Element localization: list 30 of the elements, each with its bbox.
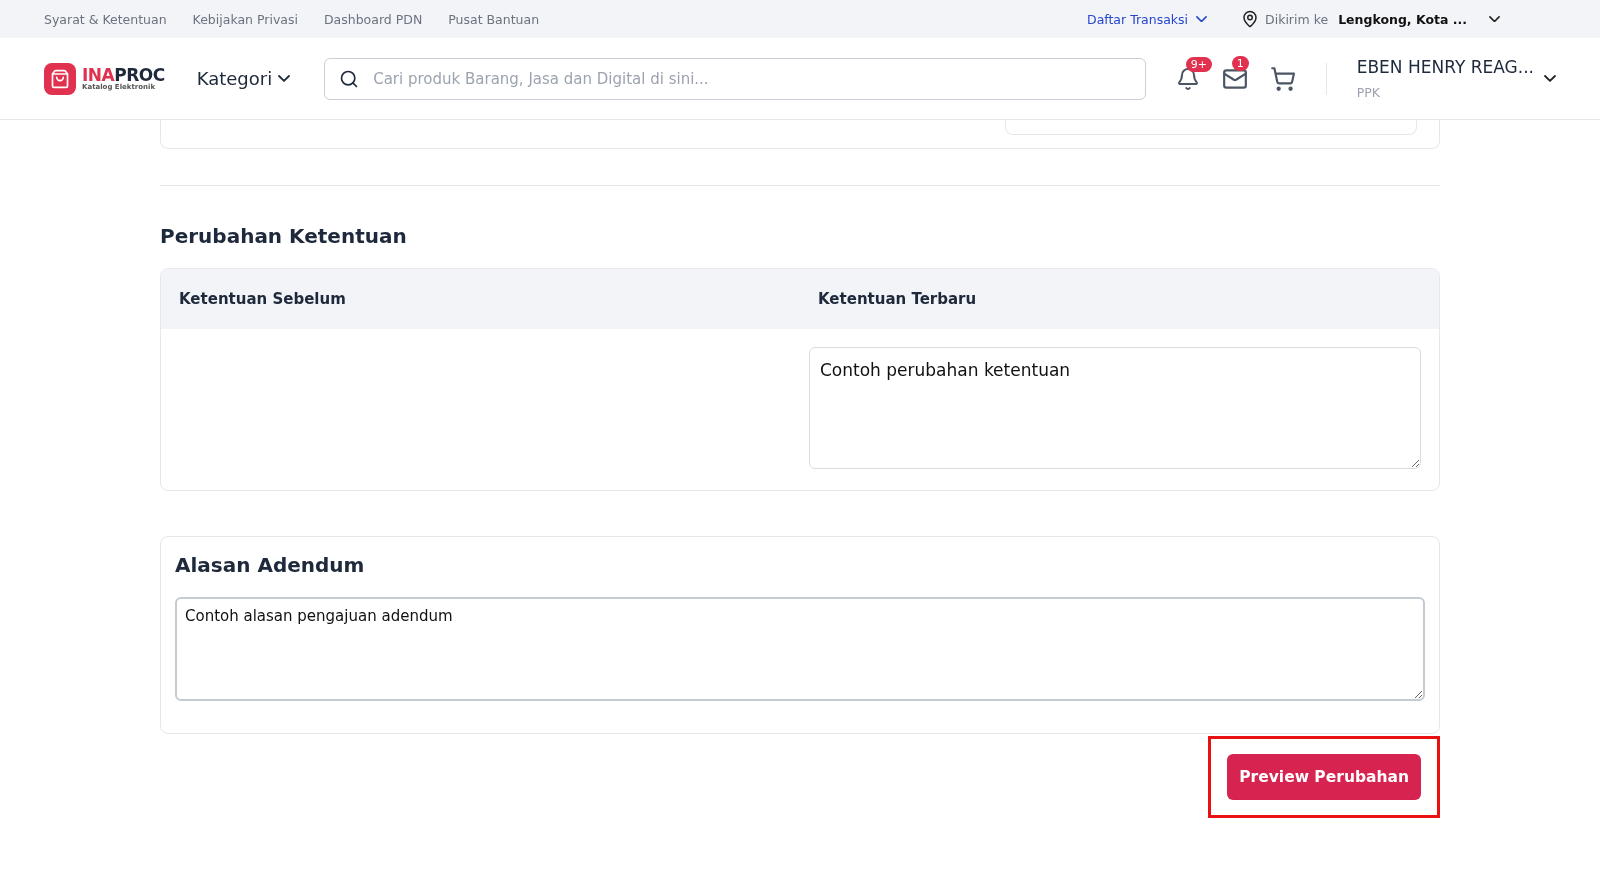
chevron-down-icon <box>278 75 291 82</box>
reason-input[interactable]: Contoh alasan pengajuan adendum <box>175 597 1425 701</box>
top-link[interactable]: Pusat Bantuan <box>448 11 540 27</box>
top-link[interactable]: Kebijakan Privasi <box>192 11 298 27</box>
column-header: Ketentuan Terbaru <box>817 290 978 308</box>
search-field[interactable]: Cari produk Barang, Jasa dan Digital di sini... <box>324 57 1146 100</box>
section-title: Perubahan Ketentuan <box>160 224 408 248</box>
user-name[interactable]: EBEN HENRY REAG... <box>1356 57 1534 77</box>
preview-button[interactable]: Preview Perubahan <box>1227 754 1421 800</box>
section-title: Alasan Adendum <box>175 553 366 577</box>
chevron-down-icon[interactable] <box>1489 15 1500 23</box>
user-role: PPK <box>1356 85 1381 100</box>
shopping-bag-logo-icon[interactable] <box>44 62 76 95</box>
message-badge: 1 <box>1231 55 1249 71</box>
logo-wordmark[interactable]: INAPROC <box>82 66 165 84</box>
transactions-link[interactable]: Daftar Transaksi <box>1087 11 1208 27</box>
search-icon <box>339 68 360 89</box>
chevron-down-icon[interactable] <box>1544 75 1556 82</box>
top-link[interactable]: Dashboard PDN <box>323 11 423 27</box>
new-terms-input[interactable]: Contoh perubahan ketentuan <box>809 347 1421 469</box>
chevron-down-icon <box>1196 15 1208 23</box>
notification-badge: 9+ <box>1185 56 1212 72</box>
cart-icon[interactable] <box>1269 65 1296 92</box>
column-header: Ketentuan Sebelum <box>178 290 347 308</box>
bell-icon[interactable] <box>1175 66 1200 91</box>
map-pin-icon <box>1241 10 1260 28</box>
category-button[interactable]: Kategori <box>190 67 297 90</box>
top-link[interactable]: Syarat & Ketentuan <box>44 11 167 27</box>
delivery-location[interactable]: Lengkong, Kota ... <box>1338 11 1467 27</box>
delivery-label: Dikirim ke <box>1265 11 1329 27</box>
